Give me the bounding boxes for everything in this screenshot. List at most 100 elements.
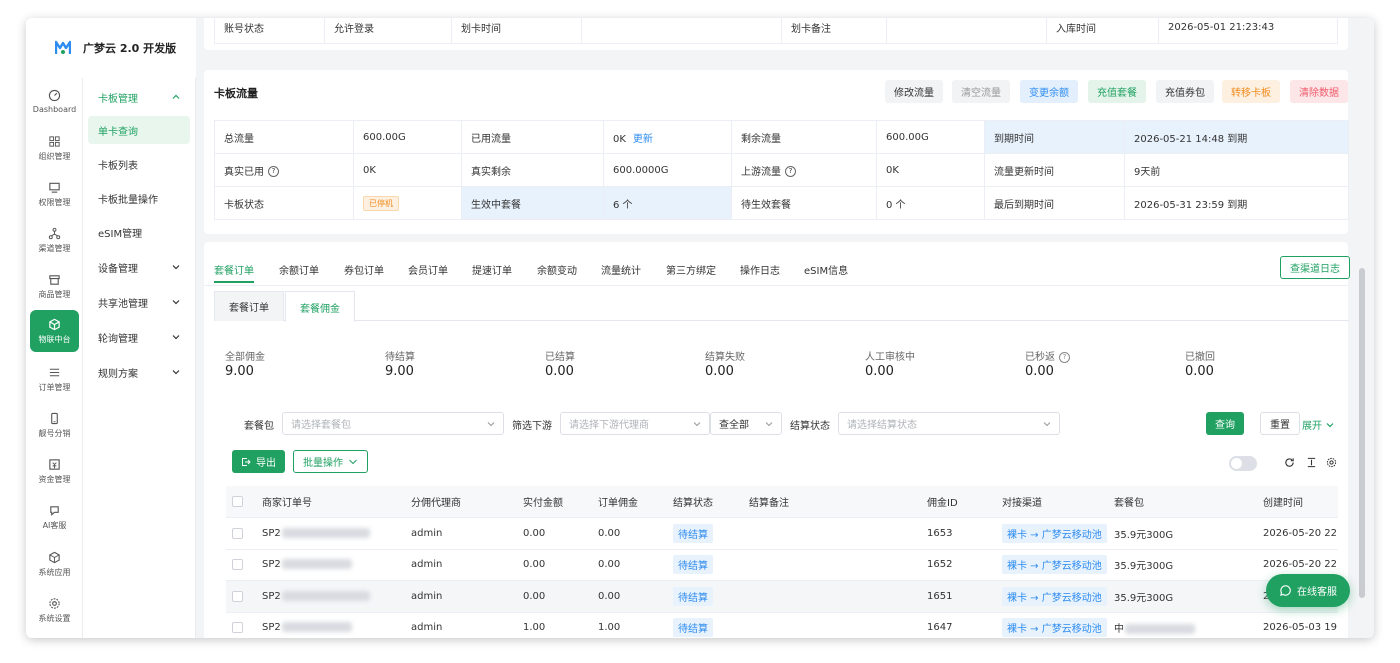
column-header[interactable]: 实付金额: [517, 486, 592, 518]
modify-flow-button[interactable]: 修改流量: [885, 80, 943, 103]
query-button[interactable]: 查询: [1206, 412, 1244, 435]
status-cell: 待结算: [667, 580, 743, 613]
online-service-button[interactable]: 在线客服: [1266, 574, 1350, 607]
submenu-shared-pool[interactable]: 共享池管理: [88, 288, 190, 316]
tab-esim-info[interactable]: eSIM信息: [804, 262, 848, 277]
column-height-icon[interactable]: [1306, 457, 1317, 468]
column-header[interactable]: 结算状态: [667, 486, 743, 518]
status-select[interactable]: 请选择结算状态: [838, 412, 1060, 435]
channel-badge: 裸卡 → 广梦云移动池: [1002, 586, 1107, 606]
column-header[interactable]: 商家订单号: [256, 486, 405, 518]
row-checkbox[interactable]: [232, 590, 243, 602]
nav-product[interactable]: 商品管理: [30, 265, 79, 307]
table-row[interactable]: SP2 admin 0.00 0.00 待结算 1651 裸卡 → 广梦云移动池…: [226, 580, 1338, 613]
tab-third-party[interactable]: 第三方绑定: [666, 262, 716, 277]
subtab-package-orders[interactable]: 套餐订单: [214, 291, 284, 321]
table-header-row: 商家订单号 分佣代理商 实付金额 订单佣金 结算状态 结算备注 佣金ID 对接渠…: [226, 486, 1338, 518]
check-channel-log-button[interactable]: 查渠道日志: [1280, 256, 1350, 279]
help-icon[interactable]: ?: [785, 166, 796, 177]
nav-permission[interactable]: 权限管理: [30, 173, 79, 215]
submenu-single-card-query[interactable]: 单卡查询: [88, 116, 190, 144]
settings-icon[interactable]: [1326, 457, 1337, 468]
tab-operation-log[interactable]: 操作日志: [740, 262, 780, 277]
nav-label: AI客服: [42, 520, 67, 530]
column-header[interactable]: 对接渠道: [996, 486, 1108, 518]
select-all-cell[interactable]: [226, 486, 256, 518]
recharge-coupon-button[interactable]: 充值券包: [1156, 80, 1214, 103]
tab-package-orders[interactable]: 套餐订单: [214, 262, 254, 277]
kv-label-highlight: 生效中套餐: [461, 186, 604, 220]
vertical-scrollbar[interactable]: [1359, 268, 1365, 598]
select-all-checkbox[interactable]: [232, 495, 243, 507]
column-header[interactable]: 佣金ID: [921, 486, 996, 518]
subtab-package-commission[interactable]: 套餐佣金: [285, 291, 355, 322]
row-checkbox[interactable]: [232, 559, 243, 570]
change-balance-button[interactable]: 变更余额: [1020, 80, 1078, 103]
table-row[interactable]: SP2 admin 0.00 0.00 待结算 1653 裸卡 → 广梦云移动池…: [226, 517, 1338, 550]
column-header[interactable]: 结算备注: [743, 486, 921, 518]
export-button[interactable]: 导出: [232, 450, 285, 473]
refresh-link[interactable]: 更新: [633, 134, 653, 145]
submenu-device[interactable]: 设备管理: [88, 253, 190, 281]
expand-filters-toggle[interactable]: 展开: [1302, 417, 1334, 432]
dashboard-icon: [48, 89, 61, 101]
row-checkbox[interactable]: [232, 527, 243, 539]
transfer-card-button[interactable]: 转移卡板: [1222, 80, 1280, 103]
reset-button[interactable]: 重置: [1260, 412, 1300, 435]
nav-orders[interactable]: 订单管理: [30, 358, 79, 400]
nav-number-dist[interactable]: 靓号分销: [30, 404, 79, 446]
commission-cell: 0.00: [592, 517, 667, 550]
package-select[interactable]: 请选择套餐包: [282, 412, 504, 435]
column-header[interactable]: 分佣代理商: [405, 486, 517, 518]
batch-ops-button[interactable]: 批量操作: [293, 450, 368, 473]
nav-finance[interactable]: 资金管理: [30, 450, 79, 492]
nav-dashboard[interactable]: Dashboard: [30, 80, 79, 122]
main-nav-rail: Dashboard 组织管理 权限管理 渠道管理 商品管理 物联中台 订单管理: [26, 18, 83, 638]
nav-ai-service[interactable]: AI客服: [30, 496, 79, 538]
chevron-up-icon: [172, 94, 180, 99]
help-icon[interactable]: ?: [1059, 351, 1070, 363]
toggle-switch[interactable]: [1229, 456, 1257, 471]
row-checkbox[interactable]: [232, 622, 243, 633]
status-badge: 待结算: [673, 618, 713, 638]
column-header[interactable]: 订单佣金: [592, 486, 667, 518]
nav-label: Dashboard: [32, 104, 77, 114]
upstream-flow-label: 上游流量: [741, 166, 781, 178]
clear-flow-button[interactable]: 清空流量: [952, 80, 1010, 103]
clear-data-button[interactable]: 清除数据: [1290, 80, 1348, 103]
channel-badge: 裸卡 → 广梦云移动池: [1002, 555, 1107, 575]
nav-system-settings[interactable]: 系统设置: [30, 589, 79, 631]
column-header[interactable]: 套餐包: [1108, 486, 1257, 518]
paid-cell: 1.00: [517, 612, 592, 638]
help-icon[interactable]: ?: [268, 166, 279, 177]
refresh-icon[interactable]: [1284, 457, 1295, 468]
submenu-card-board-list[interactable]: 卡板列表: [88, 150, 190, 178]
nav-iot-center[interactable]: 物联中台: [30, 310, 79, 352]
kv-value: 600.0000G: [603, 153, 732, 187]
kv-label: 划卡时间: [451, 18, 582, 44]
column-header[interactable]: 创建时间: [1257, 486, 1338, 518]
submenu-polling[interactable]: 轮询管理: [88, 323, 190, 351]
tab-member-orders[interactable]: 会员订单: [408, 262, 448, 277]
submenu-esim[interactable]: eSIM管理: [88, 218, 190, 246]
tab-balance-orders[interactable]: 余额订单: [279, 262, 319, 277]
nav-system-apps[interactable]: 系统应用: [30, 543, 79, 585]
submenu-batch-ops[interactable]: 卡板批量操作: [88, 184, 190, 212]
brand[interactable]: 广梦云 2.0 开发版: [26, 18, 196, 78]
tab-balance-changes[interactable]: 余额变动: [537, 262, 577, 277]
table-row[interactable]: SP2 admin 1.00 1.00 待结算 1647 裸卡 → 广梦云移动池…: [226, 612, 1338, 638]
table-row[interactable]: SP2 admin 0.00 0.00 待结算 1652 裸卡 → 广梦云移动池…: [226, 549, 1338, 581]
submenu-card-board-group[interactable]: 卡板管理: [88, 83, 190, 111]
recharge-package-button[interactable]: 充值套餐: [1088, 80, 1146, 103]
tab-speedup-orders[interactable]: 提速订单: [472, 262, 512, 277]
downstream-select[interactable]: 请选择下游代理商: [560, 412, 710, 435]
submenu-rules[interactable]: 规则方案: [88, 358, 190, 386]
flow-row: 总流量 600.00G 已用流量 0K 更新 剩余流量 600.00G 到期时间 …: [214, 120, 1349, 154]
stat-value: 0.00: [705, 364, 734, 379]
tab-flow-stats[interactable]: 流量统计: [601, 262, 641, 277]
downstream-scope-select[interactable]: 查全部: [710, 412, 782, 435]
account-info-table: 账号状态 允许登录 划卡时间 划卡备注 入库时间 2026-05-01 21:2…: [214, 18, 1338, 44]
tab-coupon-orders[interactable]: 券包订单: [344, 262, 384, 277]
nav-channel[interactable]: 渠道管理: [30, 219, 79, 261]
nav-organization[interactable]: 组织管理: [30, 127, 79, 169]
